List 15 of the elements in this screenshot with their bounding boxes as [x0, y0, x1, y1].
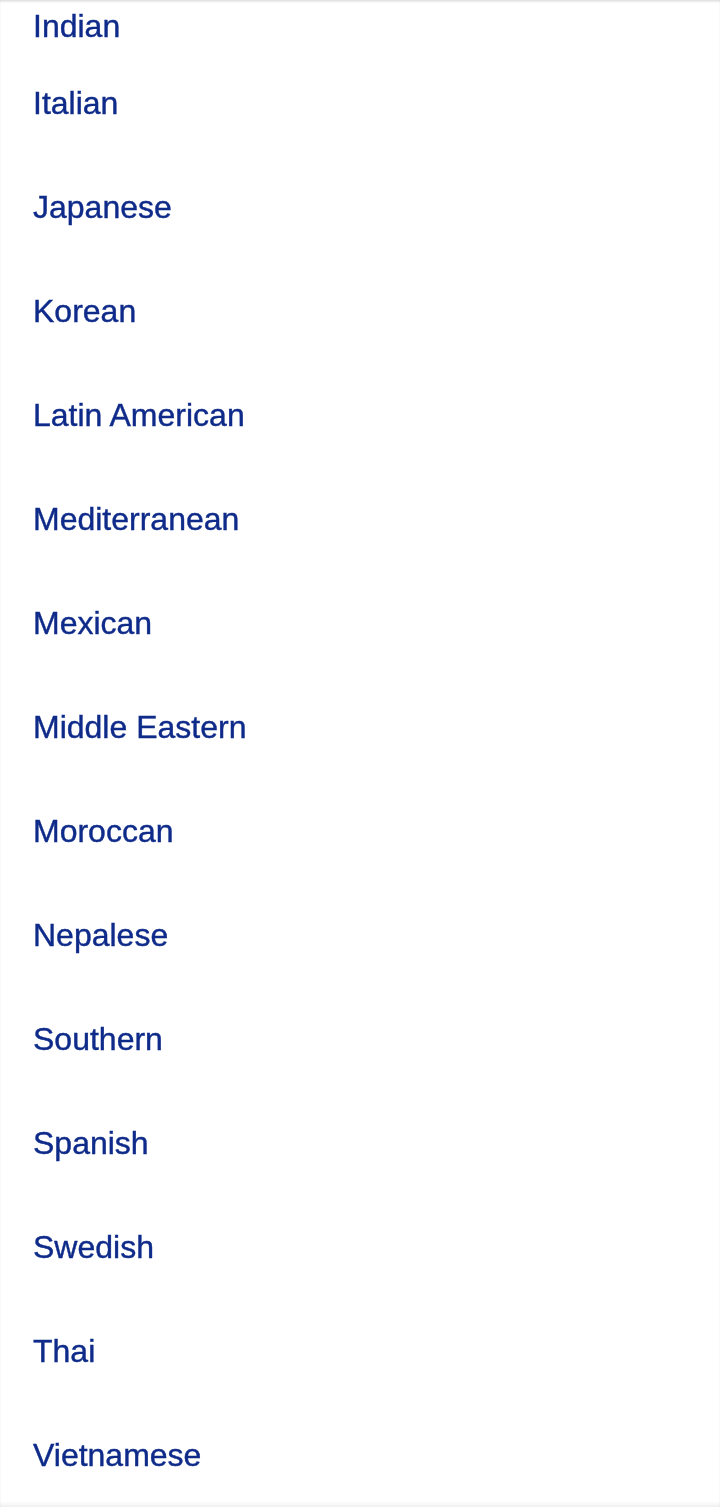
cuisine-option[interactable]: Korean — [33, 293, 137, 329]
cuisine-option[interactable]: Spanish — [33, 1125, 149, 1161]
cuisine-option[interactable]: Japanese — [33, 189, 172, 225]
cuisine-option[interactable]: Southern — [33, 1021, 163, 1057]
cuisine-option[interactable]: Italian — [33, 85, 119, 121]
cuisine-option[interactable]: Vietnamese — [33, 1437, 202, 1473]
cuisine-option[interactable]: Mediterranean — [33, 501, 240, 537]
cuisine-option[interactable]: Moroccan — [33, 813, 174, 849]
cuisine-option[interactable]: Indian — [33, 7, 121, 44]
cuisine-option[interactable]: Middle Eastern — [33, 709, 247, 745]
cuisine-option[interactable]: Nepalese — [33, 917, 169, 953]
cuisine-option[interactable]: Mexican — [33, 605, 153, 641]
cuisine-option[interactable]: Latin American — [33, 397, 245, 433]
cuisine-option[interactable]: Swedish — [33, 1229, 154, 1265]
cuisine-option[interactable]: Thai — [33, 1333, 96, 1369]
